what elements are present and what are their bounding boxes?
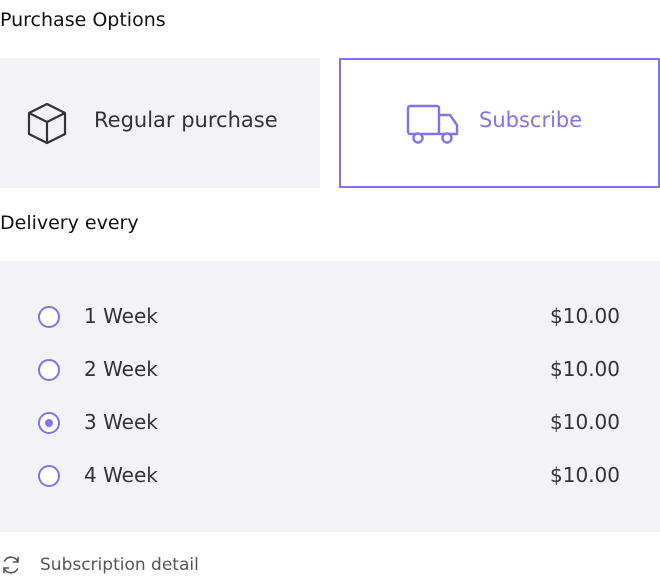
delivery-every-heading: Delivery every [0, 212, 139, 234]
delivery-option-label: 2 Week [84, 357, 158, 381]
delivery-option-3-week[interactable]: 3 Week $10.00 [0, 407, 660, 443]
delivery-option-2-week[interactable]: 2 Week $10.00 [0, 354, 660, 390]
regular-purchase-option[interactable]: Regular purchase [0, 58, 320, 188]
radio-button[interactable] [38, 306, 60, 328]
delivery-option-price: $10.00 [550, 410, 620, 434]
delivery-option-label: 3 Week [84, 410, 158, 434]
subscription-detail-label: Subscription detail [40, 555, 199, 575]
delivery-option-price: $10.00 [550, 463, 620, 487]
delivery-option-price: $10.00 [550, 357, 620, 381]
subscribe-option[interactable]: Subscribe [339, 58, 660, 188]
regular-purchase-label: Regular purchase [94, 108, 278, 132]
delivery-options-panel: 1 Week $10.00 2 Week $10.00 3 Week $10.0… [0, 261, 660, 532]
delivery-option-label: 4 Week [84, 463, 158, 487]
subscribe-label: Subscribe [479, 108, 583, 132]
delivery-option-price: $10.00 [550, 304, 620, 328]
refresh-icon [0, 554, 22, 576]
box-icon [24, 101, 70, 147]
radio-button[interactable] [38, 359, 60, 381]
subscription-detail-link[interactable]: Subscription detail [0, 552, 199, 578]
delivery-option-label: 1 Week [84, 304, 158, 328]
radio-dot [45, 419, 53, 427]
radio-button[interactable] [38, 465, 60, 487]
delivery-option-4-week[interactable]: 4 Week $10.00 [0, 460, 660, 496]
radio-button[interactable] [38, 412, 60, 434]
purchase-options-heading: Purchase Options [0, 9, 166, 31]
delivery-option-1-week[interactable]: 1 Week $10.00 [0, 301, 660, 337]
truck-icon [405, 101, 461, 149]
